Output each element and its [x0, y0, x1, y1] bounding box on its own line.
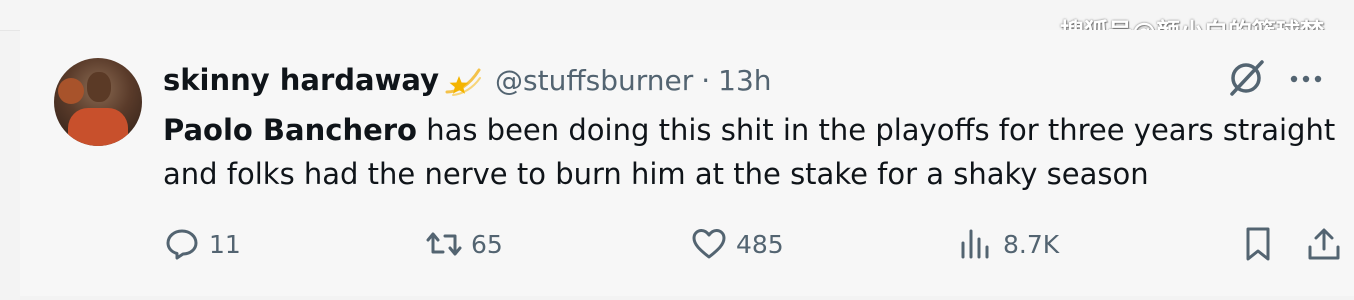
timestamp[interactable]: 13h	[718, 64, 771, 97]
tweet-card[interactable]: skinny hardaway @stuffsburner · 13h Paol…	[20, 30, 1354, 296]
tweet-header: skinny hardaway @stuffsburner · 13h	[163, 60, 772, 100]
author-handle[interactable]: @stuffsburner	[495, 64, 693, 97]
grok-slash-icon[interactable]	[1224, 56, 1268, 100]
header-separator: ·	[701, 63, 711, 97]
reply-count: 11	[209, 229, 241, 259]
author-name[interactable]: skinny hardaway	[163, 63, 439, 97]
retweet-icon	[426, 232, 462, 256]
retweet-button[interactable]: 65	[425, 222, 503, 266]
share-upload-icon	[1308, 228, 1340, 260]
bookmark-icon	[1246, 227, 1270, 261]
shooting-star-icon	[445, 68, 481, 96]
more-dots-icon[interactable]	[1288, 64, 1324, 94]
like-button[interactable]: 485	[690, 222, 784, 266]
avatar-head	[87, 72, 111, 102]
views-button[interactable]: 8.7K	[957, 222, 1059, 266]
avatar[interactable]	[54, 58, 142, 146]
share-button[interactable]	[1305, 222, 1343, 266]
avatar-jersey	[68, 108, 128, 146]
views-count: 8.7K	[1003, 229, 1060, 259]
reply-button[interactable]: 11	[163, 222, 241, 266]
avatar-ball	[58, 78, 84, 104]
mention-link[interactable]: Paolo Banchero	[163, 113, 417, 147]
like-count: 485	[736, 229, 784, 259]
reply-bubble-icon	[166, 229, 198, 260]
views-bar-chart-icon	[961, 229, 989, 259]
action-bar: 11 65 485 8.7K	[163, 222, 1343, 266]
bookmark-button[interactable]	[1239, 222, 1277, 266]
heart-icon	[692, 229, 726, 259]
tweet-text: Paolo Banchero has been doing this shit …	[163, 108, 1343, 196]
retweet-count: 65	[471, 229, 503, 259]
